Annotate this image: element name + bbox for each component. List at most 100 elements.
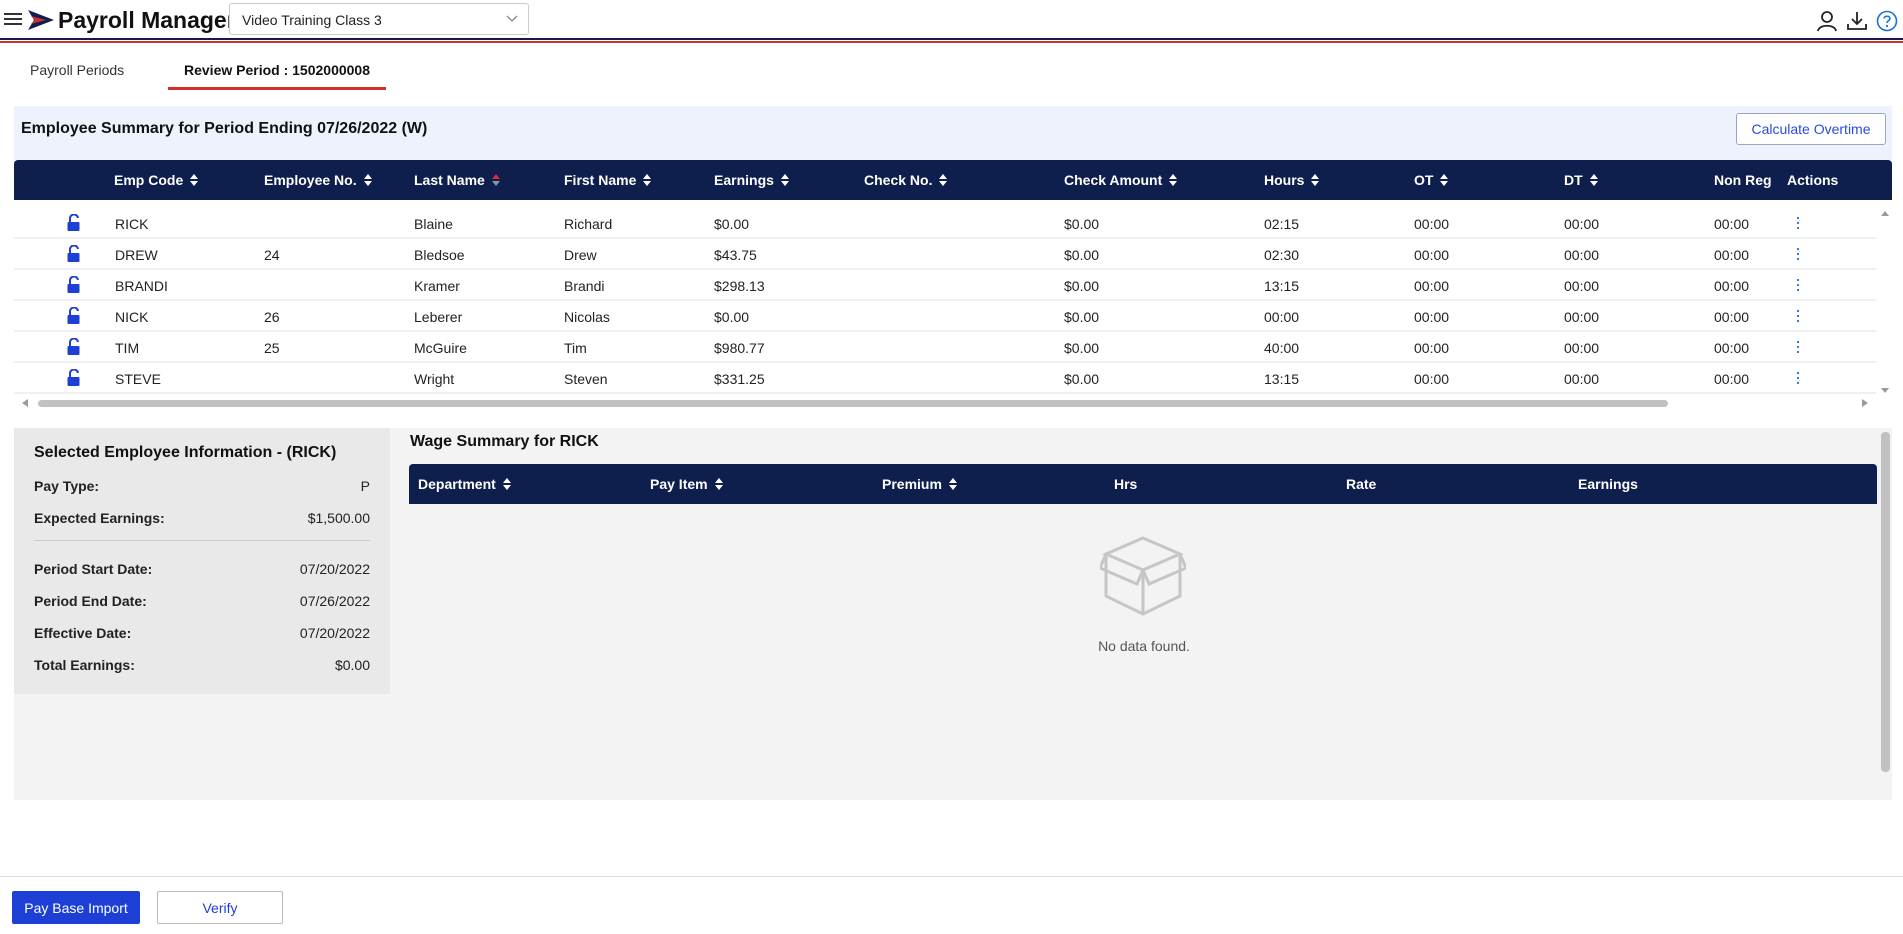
col-hrs: Hrs <box>1114 476 1138 492</box>
col-employee-no[interactable]: Employee No. <box>264 172 373 188</box>
col-ot[interactable]: OT <box>1414 172 1449 188</box>
horizontal-scrollbar[interactable] <box>14 396 1892 410</box>
company-select[interactable]: Video Training Class 3 <box>229 3 529 35</box>
cell-earnings: $298.13 <box>714 278 765 294</box>
cell-dt: 00:00 <box>1564 216 1600 232</box>
table-row[interactable]: NICK 26 Leberer Nicolas $0.00 $0.00 00:0… <box>14 301 1876 332</box>
cell-non-reg: 00:00 <box>1714 371 1750 387</box>
selected-employee-panel: Selected Employee Information - (RICK) P… <box>14 428 390 694</box>
col-last-name[interactable]: Last Name <box>414 172 501 188</box>
cell-earnings: $331.25 <box>714 371 765 387</box>
col-pay-item[interactable]: Pay Item <box>650 476 724 492</box>
col-check-no[interactable]: Check No. <box>864 172 948 188</box>
col-earnings[interactable]: Earnings <box>714 172 790 188</box>
total-earnings-value: $0.00 <box>334 657 370 673</box>
cell-employee-no: 25 <box>264 340 280 356</box>
cell-ot: 00:00 <box>1414 309 1450 325</box>
period-end-row: Period End Date: 07/26/2022 <box>34 591 370 623</box>
more-vertical-icon[interactable] <box>1792 214 1804 232</box>
cell-ot: 00:00 <box>1414 278 1450 294</box>
cell-first-name: Drew <box>564 247 597 263</box>
horizontal-scroll-thumb[interactable] <box>38 400 1668 407</box>
wage-summary-header: Department Pay Item Premium Hrs Rate Ear… <box>409 464 1877 504</box>
help-icon[interactable] <box>1876 10 1898 32</box>
verify-button[interactable]: Verify <box>157 891 283 924</box>
unlock-icon[interactable] <box>66 307 82 325</box>
cell-earnings: $0.00 <box>714 309 750 325</box>
total-earnings-row: Total Earnings: $0.00 <box>34 655 370 687</box>
cell-hours: 13:15 <box>1264 371 1300 387</box>
calculate-overtime-button[interactable]: Calculate Overtime <box>1736 113 1886 145</box>
selected-employee-title: Selected Employee Information - (RICK) <box>34 444 337 461</box>
sort-icon <box>948 478 957 490</box>
cell-last-name: McGuire <box>414 340 467 356</box>
table-row[interactable]: RICK Blaine Richard $0.00 $0.00 02:15 00… <box>14 208 1876 239</box>
table-row[interactable]: TIM 25 McGuire Tim $980.77 $0.00 40:00 0… <box>14 332 1876 363</box>
col-first-name[interactable]: First Name <box>564 172 652 188</box>
more-vertical-icon[interactable] <box>1792 307 1804 325</box>
summary-title: Employee Summary for Period Ending 07/26… <box>21 120 428 137</box>
sort-icon <box>1311 174 1320 186</box>
more-vertical-icon[interactable] <box>1792 245 1804 263</box>
sort-icon <box>502 478 511 490</box>
unlock-icon[interactable] <box>66 338 82 356</box>
cell-dt: 00:00 <box>1564 371 1600 387</box>
tab-bar: Payroll Periods Review Period : 15020000… <box>0 52 1903 92</box>
cell-check-amount: $0.00 <box>1064 278 1100 294</box>
more-vertical-icon[interactable] <box>1792 369 1804 387</box>
download-icon[interactable] <box>1846 10 1868 32</box>
col-department[interactable]: Department <box>418 476 512 492</box>
cell-dt: 00:00 <box>1564 340 1600 356</box>
sort-icon <box>190 174 199 186</box>
cell-first-name: Tim <box>564 340 587 356</box>
summary-bar: Employee Summary for Period Ending 07/26… <box>14 106 1892 160</box>
menu-icon[interactable] <box>4 10 22 28</box>
scroll-right-icon[interactable] <box>1860 398 1870 408</box>
divider <box>34 540 370 541</box>
col-dt[interactable]: DT <box>1564 172 1599 188</box>
cell-earnings: $0.00 <box>714 216 750 232</box>
col-premium[interactable]: Premium <box>882 476 958 492</box>
sort-icon <box>643 174 652 186</box>
cell-hours: 00:00 <box>1264 309 1300 325</box>
cell-hours: 13:15 <box>1264 278 1300 294</box>
cell-ot: 00:00 <box>1414 371 1450 387</box>
detail-scroll-thumb[interactable] <box>1881 432 1890 772</box>
employee-grid: Emp Code Employee No. Last Name First Na… <box>14 160 1892 410</box>
tab-review-period[interactable]: Review Period : 1502000008 <box>168 60 387 90</box>
effective-date-value: 07/20/2022 <box>299 625 370 641</box>
cell-emp-code: STEVE <box>115 371 161 387</box>
period-start-row: Period Start Date: 07/20/2022 <box>34 559 370 591</box>
unlock-icon[interactable] <box>66 369 82 387</box>
wage-summary-title: Wage Summary for RICK <box>410 433 599 450</box>
unlock-icon[interactable] <box>66 276 82 294</box>
pay-type-row: Pay Type: P <box>34 476 370 508</box>
more-vertical-icon[interactable] <box>1792 338 1804 356</box>
scroll-left-icon[interactable] <box>20 398 30 408</box>
user-icon[interactable] <box>1816 10 1838 32</box>
more-vertical-icon[interactable] <box>1792 276 1804 294</box>
col-non-reg: Non Reg <box>1714 172 1772 188</box>
cell-emp-code: NICK <box>115 309 149 325</box>
unlock-icon[interactable] <box>66 214 82 232</box>
vertical-scrollbar[interactable] <box>1878 208 1892 396</box>
table-row[interactable]: STEVE Wright Steven $331.25 $0.00 13:15 … <box>14 363 1876 394</box>
detail-vertical-scrollbar[interactable] <box>1878 428 1892 800</box>
pay-base-import-button[interactable]: Pay Base Import <box>12 891 140 924</box>
company-select-value: Video Training Class 3 <box>242 12 382 28</box>
col-emp-code[interactable]: Emp Code <box>114 172 199 188</box>
tab-payroll-periods[interactable]: Payroll Periods <box>14 60 140 90</box>
table-row[interactable]: DREW 24 Bledsoe Drew $43.75 $0.00 02:30 … <box>14 239 1876 270</box>
col-check-amount[interactable]: Check Amount <box>1064 172 1178 188</box>
unlock-icon[interactable] <box>66 245 82 263</box>
cell-hours: 40:00 <box>1264 340 1300 356</box>
cell-dt: 00:00 <box>1564 278 1600 294</box>
table-row[interactable]: BRANDI Kramer Brandi $298.13 $0.00 13:15… <box>14 270 1876 301</box>
sort-icon <box>714 478 723 490</box>
cell-emp-code: RICK <box>115 216 149 232</box>
col-hours[interactable]: Hours <box>1264 172 1320 188</box>
cell-non-reg: 00:00 <box>1714 216 1750 232</box>
sort-icon <box>363 174 372 186</box>
cell-ot: 00:00 <box>1414 340 1450 356</box>
pay-type-value: P <box>360 478 370 494</box>
